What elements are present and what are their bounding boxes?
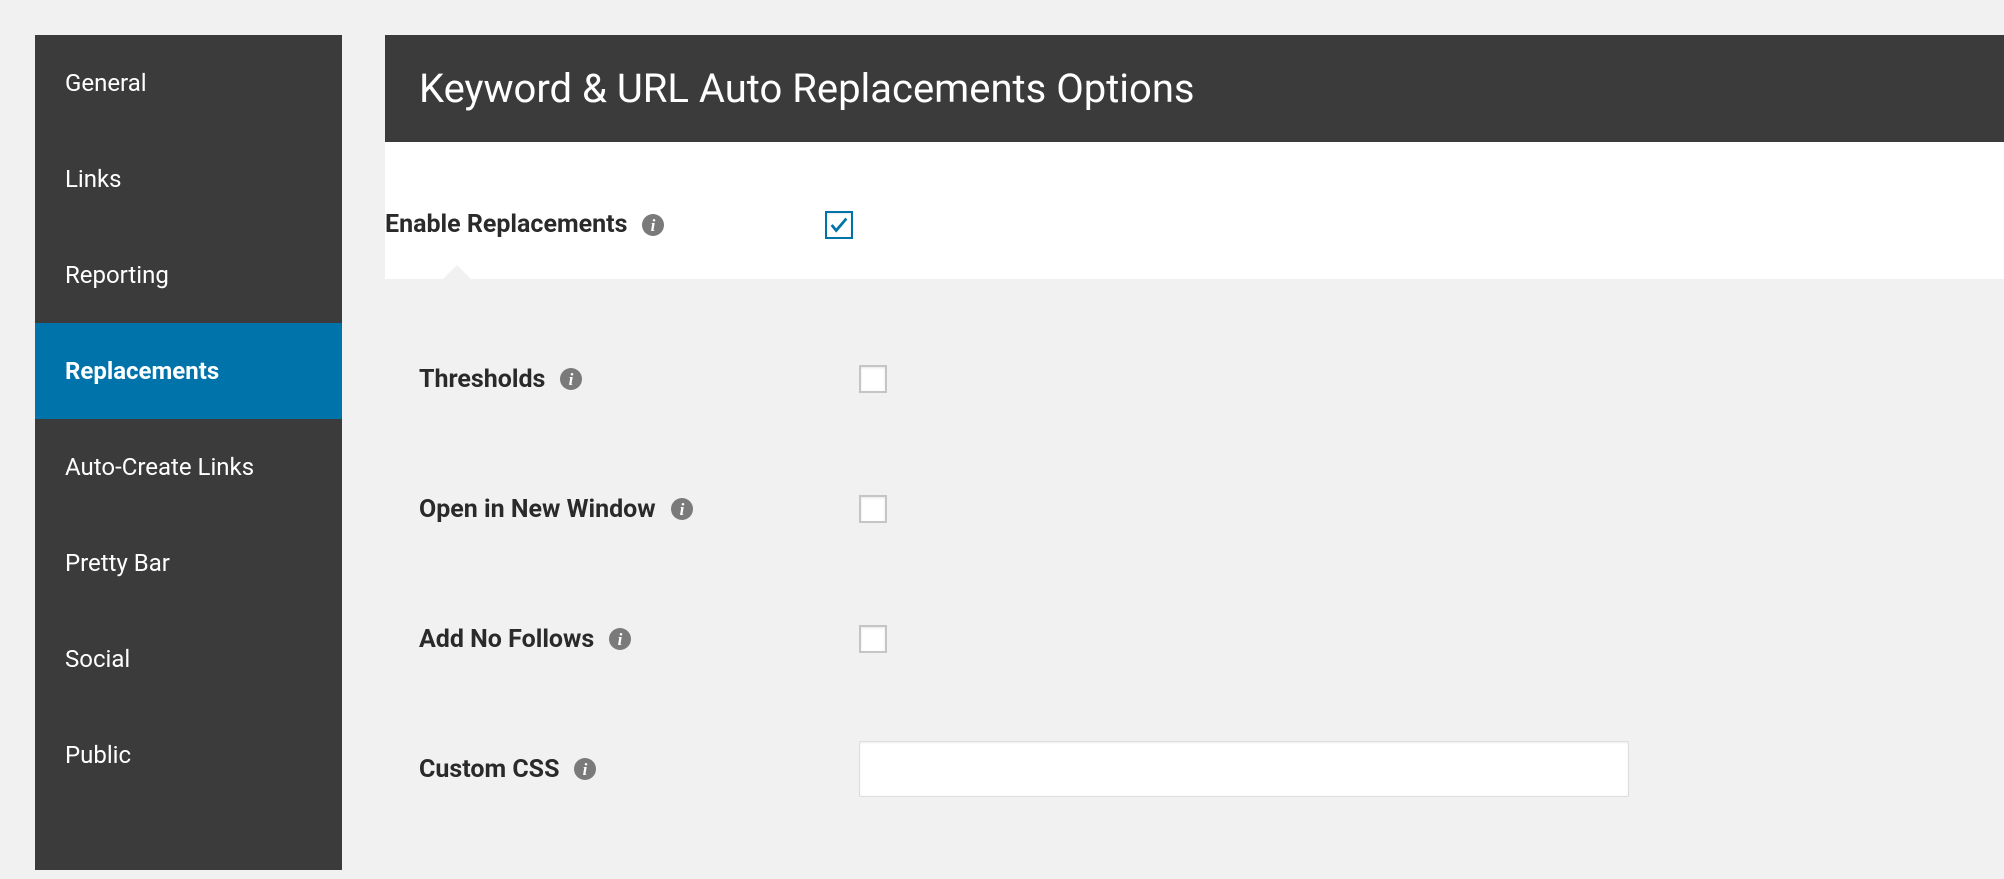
custom-css-label: Custom CSS i bbox=[419, 755, 859, 784]
sidebar: General Links Reporting Replacements Aut… bbox=[35, 35, 342, 870]
page-header: Keyword & URL Auto Replacements Options bbox=[385, 35, 2004, 142]
enable-replacements-text: Enable Replacements bbox=[385, 210, 627, 239]
svg-text:i: i bbox=[618, 630, 623, 649]
sidebar-item-replacements[interactable]: Replacements bbox=[35, 323, 342, 419]
sidebar-item-general[interactable]: General bbox=[35, 35, 342, 131]
sidebar-item-auto-create-links[interactable]: Auto-Create Links bbox=[35, 419, 342, 515]
svg-text:i: i bbox=[679, 500, 684, 519]
add-no-follows-label: Add No Follows i bbox=[419, 625, 859, 654]
enable-replacements-checkbox[interactable] bbox=[825, 211, 853, 239]
svg-text:i: i bbox=[569, 370, 574, 389]
info-icon[interactable]: i bbox=[641, 213, 665, 237]
info-icon[interactable]: i bbox=[559, 367, 583, 391]
info-icon[interactable]: i bbox=[573, 757, 597, 781]
sidebar-item-reporting[interactable]: Reporting bbox=[35, 227, 342, 323]
thresholds-text: Thresholds bbox=[419, 365, 545, 394]
info-icon[interactable]: i bbox=[670, 497, 694, 521]
enable-replacements-label: Enable Replacements i bbox=[385, 210, 825, 239]
custom-css-row: Custom CSS i bbox=[419, 729, 2004, 809]
svg-text:i: i bbox=[583, 760, 588, 779]
add-no-follows-text: Add No Follows bbox=[419, 625, 594, 654]
page-title: Keyword & URL Auto Replacements Options bbox=[419, 65, 1195, 112]
open-new-window-row: Open in New Window i bbox=[419, 469, 2004, 549]
svg-text:i: i bbox=[651, 216, 656, 235]
custom-css-text: Custom CSS bbox=[419, 755, 559, 784]
add-no-follows-row: Add No Follows i bbox=[419, 599, 2004, 679]
main-content: Keyword & URL Auto Replacements Options … bbox=[385, 35, 2004, 870]
settings-panel: Enable Replacements i Thresholds i bbox=[385, 142, 2004, 879]
info-icon[interactable]: i bbox=[608, 627, 632, 651]
thresholds-label: Thresholds i bbox=[419, 365, 859, 394]
open-new-window-label: Open in New Window i bbox=[419, 495, 859, 524]
sidebar-item-pretty-bar[interactable]: Pretty Bar bbox=[35, 515, 342, 611]
open-new-window-checkbox[interactable] bbox=[859, 495, 887, 523]
sidebar-item-links[interactable]: Links bbox=[35, 131, 342, 227]
custom-css-input[interactable] bbox=[859, 741, 1629, 797]
sidebar-item-social[interactable]: Social bbox=[35, 611, 342, 707]
thresholds-row: Thresholds i bbox=[419, 339, 2004, 419]
thresholds-checkbox[interactable] bbox=[859, 365, 887, 393]
sidebar-item-public[interactable]: Public bbox=[35, 707, 342, 803]
add-no-follows-checkbox[interactable] bbox=[859, 625, 887, 653]
sub-settings-panel: Thresholds i Open in New Window i bbox=[385, 279, 2004, 879]
open-new-window-text: Open in New Window bbox=[419, 495, 656, 524]
enable-replacements-row: Enable Replacements i bbox=[385, 142, 2004, 279]
